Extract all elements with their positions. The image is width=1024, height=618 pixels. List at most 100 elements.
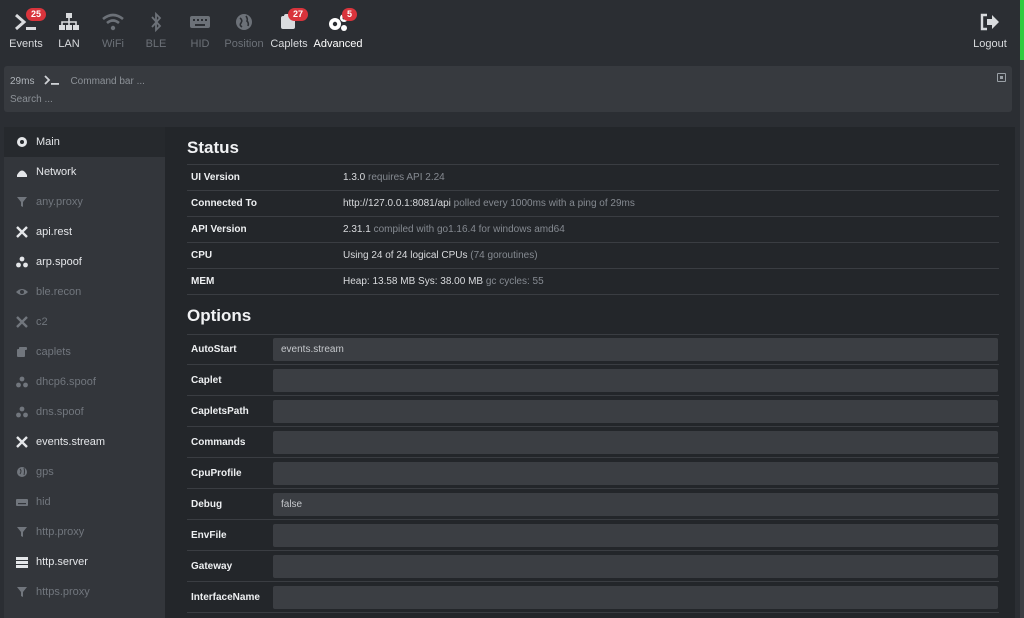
sidebar-item-any-proxy[interactable]: any.proxy <box>4 187 165 217</box>
nav-ble[interactable]: BLE <box>142 8 170 56</box>
server-icon <box>16 556 28 568</box>
keyboard-icon <box>186 12 214 36</box>
sidebar-item-ble-recon[interactable]: ble.recon <box>4 277 165 307</box>
sidebar-item-label: ble.recon <box>36 286 82 298</box>
status-key: CPU <box>187 242 343 269</box>
sidebar-item-label: https.proxy <box>36 586 90 598</box>
sidebar-item-https-proxy[interactable]: https.proxy <box>4 577 165 607</box>
logout-icon <box>970 12 1010 36</box>
latency-readout: 29ms <box>10 75 35 87</box>
window-scrollbar[interactable] <box>1020 0 1024 618</box>
option-key: CapletsPath <box>191 405 249 417</box>
sidebar-item-label: Network <box>36 166 77 178</box>
sidebar-item-label: gps <box>36 466 54 478</box>
nav-caplets-label: Caplets <box>270 38 308 50</box>
search-input[interactable] <box>10 94 910 105</box>
sidebar-item-label: http.server <box>36 556 88 568</box>
nav-events[interactable]: 25 Events <box>6 8 47 56</box>
sidebar-item-label: api.rest <box>36 226 73 238</box>
command-input[interactable] <box>70 75 871 87</box>
scroll-icon <box>16 346 28 358</box>
status-value: Heap: 13.58 MB Sys: 38.00 MB <box>343 276 484 287</box>
status-value: 1.3.0 <box>343 172 366 183</box>
sidebar-item-hid[interactable]: hid <box>4 487 165 517</box>
sidebar-item-events-stream[interactable]: events.stream <box>4 427 165 457</box>
option-row: InterfaceName <box>187 582 999 613</box>
option-autostart-input[interactable] <box>273 338 998 361</box>
nav-position[interactable]: Position <box>224 8 264 56</box>
sidebar-item-label: dns.spoof <box>36 406 84 418</box>
table-row: UI Version 1.3.0 requires API 2.24 <box>187 164 999 191</box>
sidebar-item-caplets[interactable]: caplets <box>4 337 165 367</box>
radiation-icon <box>16 406 28 418</box>
option-key: EnvFile <box>191 529 227 541</box>
sidebar-item-main[interactable]: Main <box>4 127 165 157</box>
sidebar-item-dhcp6-spoof[interactable]: dhcp6.spoof <box>4 367 165 397</box>
option-row: Debug <box>187 489 999 520</box>
option-gateway-input[interactable] <box>273 554 998 578</box>
sidebar-item-api-rest[interactable]: api.rest <box>4 217 165 247</box>
options-list: AutoStart Caplet CapletsPath Commands Cp… <box>187 334 999 613</box>
status-key: UI Version <box>187 164 343 191</box>
sidebar-item-label: dhcp6.spoof <box>36 376 96 388</box>
option-row: Commands <box>187 427 999 458</box>
sidebar-item-label: c2 <box>36 316 48 328</box>
sidebar-item-label: any.proxy <box>36 196 83 208</box>
status-key: MEM <box>187 268 343 295</box>
option-key: CpuProfile <box>191 467 242 479</box>
sidebar-item-http-server[interactable]: http.server <box>4 547 165 577</box>
globe-icon <box>224 12 264 36</box>
status-value: http://127.0.0.1:8081/api <box>343 198 451 209</box>
option-row: CpuProfile <box>187 458 999 489</box>
nav-position-label: Position <box>224 38 264 50</box>
scrollbar-thumb[interactable] <box>1020 0 1024 60</box>
option-envfile-input[interactable] <box>273 523 998 547</box>
nav-advanced-label: Advanced <box>313 38 363 50</box>
option-cpuprofile-input[interactable] <box>273 461 998 485</box>
tools-icon <box>16 316 28 328</box>
command-bar: 29ms <box>4 66 1012 112</box>
nav-advanced[interactable]: 5 Advanced <box>313 8 363 56</box>
radiation-icon <box>16 256 28 268</box>
tools-icon <box>16 436 28 448</box>
top-nav: 25 Events LAN WiFi BLE HID Position 27 C… <box>0 0 1020 60</box>
options-heading: Options <box>187 306 252 325</box>
filter-icon <box>16 526 28 538</box>
tools-icon <box>16 226 28 238</box>
nav-wifi[interactable]: WiFi <box>98 8 128 56</box>
nav-lan[interactable]: LAN <box>54 8 84 56</box>
nav-ble-label: BLE <box>145 38 167 50</box>
option-interfacename-input[interactable] <box>273 585 998 609</box>
logout-button[interactable]: Logout <box>970 8 1010 56</box>
status-meta: polled every 1000ms with a ping of 29ms <box>450 198 635 209</box>
option-row: AutoStart <box>187 334 999 365</box>
expand-icon[interactable] <box>997 73 1006 82</box>
sidebar-item-network[interactable]: Network <box>4 157 165 187</box>
nav-wifi-label: WiFi <box>102 38 124 50</box>
option-debug-input[interactable] <box>273 492 998 516</box>
network-icon <box>54 12 84 36</box>
sidebar-item-dns-spoof[interactable]: dns.spoof <box>4 397 165 427</box>
gear-icon <box>16 136 28 148</box>
table-row: CPU Using 24 of 24 logical CPUs (74 goro… <box>187 242 999 269</box>
option-row: Gateway <box>187 551 999 582</box>
option-key: InterfaceName <box>191 591 260 603</box>
eye-icon <box>16 286 28 298</box>
globe-icon <box>16 466 28 478</box>
option-capletspath-input[interactable] <box>273 399 998 423</box>
sidebar-item-arp-spoof[interactable]: arp.spoof <box>4 247 165 277</box>
nav-hid-label: HID <box>190 38 210 50</box>
option-row: EnvFile <box>187 520 999 551</box>
nav-hid[interactable]: HID <box>186 8 214 56</box>
option-commands-input[interactable] <box>273 430 998 454</box>
status-heading: Status <box>187 138 239 157</box>
prompt-icon <box>44 74 60 88</box>
nav-caplets[interactable]: 27 Caplets <box>270 8 309 56</box>
option-row: CapletsPath <box>187 396 999 427</box>
sidebar-item-c2[interactable]: c2 <box>4 307 165 337</box>
sidebar-item-label: http.proxy <box>36 526 85 538</box>
sidebar-item-http-proxy[interactable]: http.proxy <box>4 517 165 547</box>
filter-icon <box>16 586 28 598</box>
option-caplet-input[interactable] <box>273 368 998 392</box>
sidebar-item-gps[interactable]: gps <box>4 457 165 487</box>
